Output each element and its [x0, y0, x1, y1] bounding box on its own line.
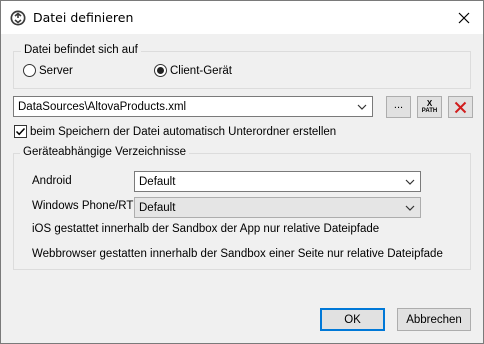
- radio-server-circle: [23, 64, 36, 77]
- file-path-value: DataSources\AltovaProducts.xml: [18, 100, 187, 113]
- file-path-combo[interactable]: DataSources\AltovaProducts.xml: [13, 96, 373, 117]
- cancel-button[interactable]: Abbrechen: [397, 308, 471, 331]
- xpath-icon-top: X: [426, 98, 433, 108]
- xpath-button[interactable]: X PATH: [417, 96, 442, 118]
- auto-subfolder-checkbox[interactable]: beim Speichern der Datei automatisch Unt…: [14, 125, 336, 138]
- radio-server[interactable]: Server: [23, 64, 73, 77]
- xpath-icon-bottom: PATH: [421, 107, 438, 114]
- radio-selected-dot: [157, 67, 164, 74]
- cancel-button-label: Abbrechen: [406, 313, 462, 326]
- auto-subfolder-checkbox-box: [14, 125, 27, 138]
- dialog-window: Datei definieren Datei befindet sich auf…: [0, 0, 484, 344]
- auto-subfolder-label: beim Speichern der Datei automatisch Unt…: [30, 125, 337, 138]
- android-value: Default: [139, 175, 176, 188]
- chevron-down-icon[interactable]: [404, 202, 416, 214]
- radio-client-device-circle: [154, 64, 167, 77]
- window-title: Datei definieren: [33, 10, 134, 25]
- chevron-down-icon[interactable]: [404, 176, 416, 188]
- browse-button[interactable]: ...: [386, 96, 411, 118]
- title-bar: Datei definieren: [1, 1, 483, 34]
- radio-client-device[interactable]: Client-Gerät: [154, 64, 232, 77]
- app-icon: [10, 10, 26, 26]
- checkmark-icon: [15, 127, 26, 136]
- location-group-legend: Datei befindet sich auf: [21, 44, 141, 56]
- ok-button-label: OK: [344, 313, 361, 326]
- windows-phone-combo[interactable]: Default: [134, 197, 421, 218]
- delete-button[interactable]: [448, 96, 473, 118]
- ios-note: iOS gestattet innerhalb der Sandbox der …: [32, 223, 380, 235]
- radio-server-label: Server: [39, 64, 73, 77]
- delete-x-icon: [454, 101, 467, 113]
- android-combo[interactable]: Default: [134, 171, 421, 192]
- location-group: [13, 51, 471, 89]
- web-note: Webbrowser gestatten innerhalb der Sandb…: [32, 248, 443, 260]
- windows-phone-value: Default: [139, 201, 176, 214]
- ok-button[interactable]: OK: [320, 308, 385, 331]
- android-label: Android: [32, 175, 72, 187]
- close-button[interactable]: [453, 7, 475, 29]
- windows-phone-label: Windows Phone/RT: [32, 200, 134, 212]
- browse-button-label: ...: [393, 98, 404, 111]
- close-icon: [458, 12, 470, 24]
- device-dirs-legend: Geräteabhängige Verzeichnisse: [20, 146, 190, 158]
- radio-client-device-label: Client-Gerät: [170, 64, 232, 77]
- chevron-down-icon[interactable]: [356, 101, 368, 113]
